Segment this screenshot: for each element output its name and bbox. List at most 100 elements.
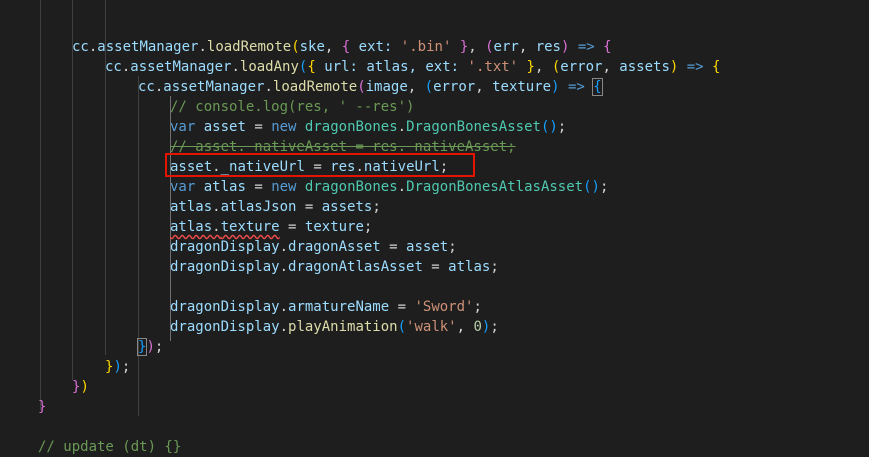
code-line[interactable]: cc.assetManager.loadAny({ url: atlas, ex… bbox=[105, 57, 720, 77]
code-token: ( bbox=[397, 319, 407, 335]
code-token: = bbox=[279, 219, 305, 235]
code-line[interactable]: atlas.atlasJson = assets; bbox=[170, 197, 381, 217]
code-token: = bbox=[422, 259, 449, 275]
code-token: . bbox=[198, 39, 207, 55]
code-token: dragonDisplay bbox=[170, 299, 280, 315]
code-token: = bbox=[245, 119, 272, 135]
code-token: DragonBonesAtlasAsset bbox=[406, 179, 584, 195]
code-token: cc bbox=[105, 59, 122, 75]
code-token: . bbox=[264, 79, 273, 95]
code-token: loadRemote bbox=[206, 39, 292, 55]
code-token: . bbox=[212, 219, 221, 235]
code-token: ; bbox=[363, 219, 373, 235]
code-token: atlasJson bbox=[220, 199, 297, 215]
indent-guide bbox=[72, 0, 73, 380]
code-token: => bbox=[678, 59, 713, 75]
code-token: ( bbox=[424, 79, 434, 95]
indent-guide bbox=[138, 76, 139, 416]
code-line[interactable]: }); bbox=[105, 357, 130, 377]
code-token: { bbox=[603, 39, 612, 55]
code-token: url: bbox=[315, 59, 367, 75]
code-line[interactable]: cc.assetManager.loadRemote(ske, { ext: '… bbox=[72, 37, 612, 57]
code-token: dragonDisplay bbox=[170, 239, 280, 255]
code-line[interactable]: }); bbox=[136, 337, 164, 357]
code-token: ( bbox=[485, 39, 494, 55]
code-line[interactable]: // console.log(res, ' --res') bbox=[170, 97, 414, 117]
code-line[interactable]: dragonDisplay.playAnimation('walk', 0); bbox=[170, 317, 499, 337]
code-token: ( bbox=[357, 79, 366, 95]
code-token: 0 bbox=[473, 319, 482, 335]
code-token: atlas bbox=[366, 59, 409, 75]
code-token: atlas bbox=[203, 179, 246, 195]
code-token: atlas bbox=[448, 259, 491, 275]
code-token: = bbox=[245, 179, 272, 195]
code-line[interactable]: // update (dt) {} bbox=[38, 437, 181, 457]
code-token: , bbox=[468, 39, 486, 55]
code-editor[interactable]: cc.assetManager.loadRemote(ske, { ext: '… bbox=[0, 0, 869, 457]
code-token: DragonBonesAsset bbox=[406, 119, 541, 135]
code-token: ) bbox=[113, 359, 122, 375]
code-line[interactable]: dragonDisplay.armatureName = 'Sword'; bbox=[170, 297, 482, 317]
code-token: . bbox=[279, 299, 289, 315]
code-token: = bbox=[389, 299, 415, 315]
code-line[interactable]: cc.assetManager.loadRemote(image, (error… bbox=[138, 77, 603, 97]
code-token: new bbox=[271, 119, 297, 135]
indent-guide bbox=[40, 0, 41, 410]
code-token: ; bbox=[490, 259, 499, 275]
code-token: , bbox=[407, 79, 425, 95]
code-token: ) bbox=[146, 339, 155, 355]
code-token: dragonAsset bbox=[288, 239, 381, 255]
code-token: texture bbox=[492, 79, 552, 95]
code-token: . bbox=[212, 199, 221, 215]
code-token: '.bin' bbox=[400, 39, 452, 55]
code-token: ) bbox=[80, 379, 89, 395]
code-token: cc bbox=[72, 39, 89, 55]
code-token: loadRemote bbox=[272, 79, 358, 95]
code-token: { bbox=[712, 59, 721, 75]
code-token: assetManager bbox=[97, 39, 199, 55]
code-line[interactable]: var atlas = new dragonBones.DragonBonesA… bbox=[170, 177, 608, 197]
code-token: ) bbox=[551, 79, 560, 95]
code-token: { bbox=[307, 59, 316, 75]
code-token: '.txt' bbox=[467, 59, 519, 75]
code-line[interactable]: dragonDisplay.dragonAsset = asset; bbox=[170, 237, 457, 257]
code-line[interactable]: var asset = new dragonBones.DragonBonesA… bbox=[170, 117, 566, 137]
code-comment: // console.log(res, ' --res') bbox=[170, 99, 415, 115]
code-token: , ext: bbox=[408, 59, 468, 75]
code-token: = bbox=[296, 199, 322, 215]
code-token: dragonBones bbox=[304, 119, 398, 135]
code-token: } bbox=[38, 399, 47, 415]
code-token: , bbox=[602, 59, 620, 75]
code-token: texture bbox=[220, 219, 280, 235]
code-line[interactable]: dragonDisplay.dragonAtlasAsset = atlas; bbox=[170, 257, 499, 277]
code-token: asset bbox=[406, 239, 449, 255]
code-line[interactable]: atlas.texture = texture; bbox=[170, 217, 372, 237]
code-token: = bbox=[380, 239, 407, 255]
code-token: 'Sword' bbox=[414, 299, 474, 315]
code-token: => bbox=[559, 79, 594, 95]
code-token: ske bbox=[299, 39, 325, 55]
code-token: ; bbox=[121, 359, 131, 375]
code-token: asset bbox=[203, 119, 246, 135]
code-token: ; bbox=[557, 119, 567, 135]
code-token: new bbox=[271, 179, 297, 195]
code-token: ; bbox=[448, 239, 457, 255]
code-token: ; bbox=[154, 339, 164, 355]
code-token: ext: bbox=[350, 39, 401, 55]
code-token: . bbox=[397, 179, 407, 195]
code-token: () bbox=[540, 119, 558, 135]
code-token: => bbox=[569, 39, 604, 55]
code-line[interactable]: } bbox=[38, 397, 46, 417]
code-token: } bbox=[526, 59, 535, 75]
code-token: . bbox=[279, 239, 289, 255]
code-token: playAnimation bbox=[288, 319, 398, 335]
code-line[interactable]: }) bbox=[72, 377, 89, 397]
code-token: assetManager bbox=[163, 79, 265, 95]
code-token: cc bbox=[138, 79, 155, 95]
